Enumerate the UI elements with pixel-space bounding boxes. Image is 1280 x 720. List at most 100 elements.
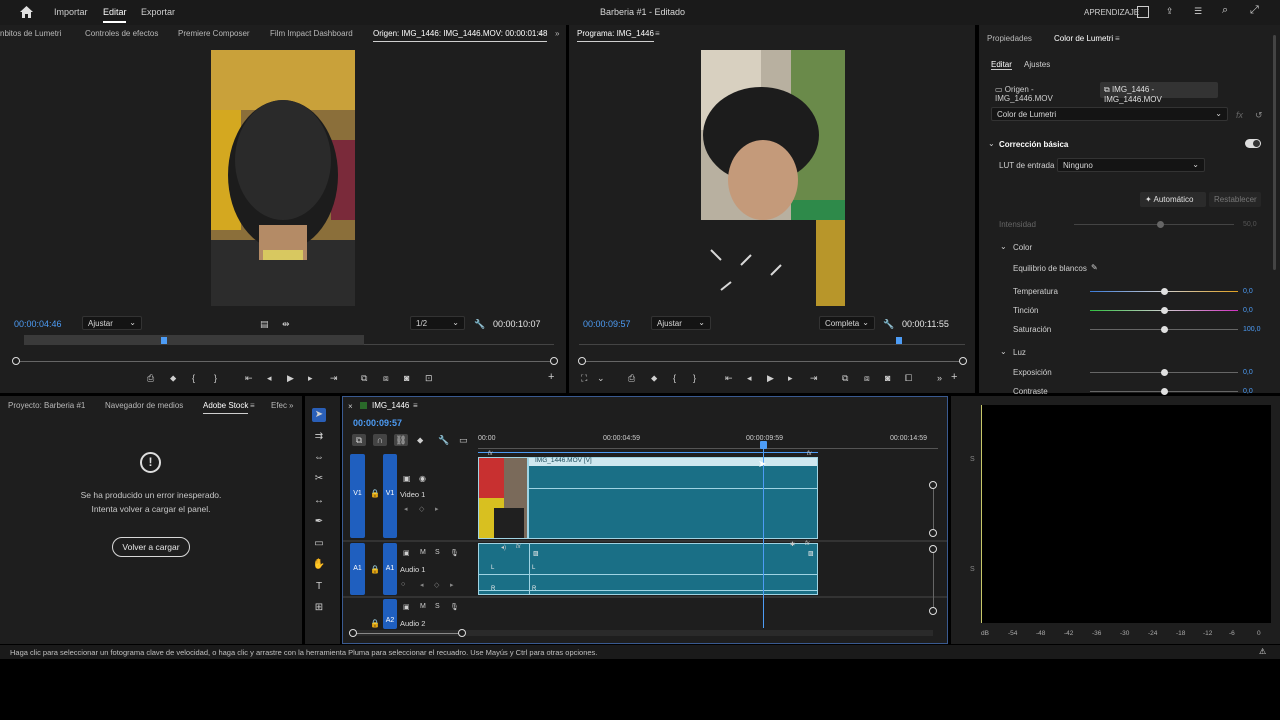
tab-lumetri-color[interactable]: Color de Lumetri bbox=[1054, 34, 1113, 43]
source-fit-select[interactable]: Ajustar ⌄ bbox=[82, 316, 142, 330]
timeline-zoom-right-handle[interactable] bbox=[458, 629, 466, 637]
add-button-icon[interactable]: + bbox=[548, 371, 554, 383]
color-section-header[interactable]: Color bbox=[1013, 243, 1032, 252]
tab-project[interactable]: Proyecto: Barberia #1 bbox=[8, 401, 85, 410]
mark-in-icon[interactable]: { bbox=[673, 372, 676, 384]
search-icon[interactable]: ⌕ bbox=[1222, 4, 1228, 16]
collapse-chevron-icon[interactable]: ⌄ bbox=[988, 139, 995, 148]
auto-button[interactable]: ✦ Automático bbox=[1140, 192, 1206, 207]
add-button-icon[interactable]: + bbox=[951, 371, 957, 383]
tab-effects[interactable]: Efec bbox=[271, 401, 287, 410]
solo-right-label[interactable]: S bbox=[970, 566, 975, 573]
razor-tool-icon[interactable]: ✂ bbox=[312, 472, 326, 486]
exposure-value[interactable]: 0,0 bbox=[1243, 369, 1253, 376]
panel-menu-icon[interactable]: ≡ bbox=[538, 29, 543, 38]
nav-editar[interactable]: Editar bbox=[103, 7, 127, 17]
saturation-slider[interactable] bbox=[1090, 326, 1238, 333]
collapse-chevron-icon[interactable]: ⌄ bbox=[1000, 242, 1007, 251]
more-tabs-icon[interactable]: » bbox=[555, 29, 559, 38]
eye-icon[interactable]: ◉ bbox=[419, 474, 426, 483]
work-area-bar[interactable] bbox=[478, 452, 818, 453]
speed-line[interactable] bbox=[529, 488, 817, 489]
volume-icon[interactable]: ○ bbox=[401, 581, 405, 588]
marker-icon[interactable]: ⬥ bbox=[170, 372, 176, 384]
program-zoom-left-handle[interactable] bbox=[578, 357, 586, 365]
go-to-in-icon[interactable]: ⇤ bbox=[245, 372, 253, 384]
temperature-slider[interactable] bbox=[1090, 288, 1238, 295]
camera-icon[interactable]: ◙ bbox=[404, 372, 409, 384]
settings-square-icon[interactable]: ▤ bbox=[260, 318, 269, 330]
timeline-zoom-left-handle[interactable] bbox=[349, 629, 357, 637]
subtab-edit[interactable]: Editar bbox=[991, 60, 1012, 70]
workspaces-icon[interactable] bbox=[1137, 6, 1149, 18]
tab-program[interactable]: Programa: IMG_1446 bbox=[577, 29, 654, 42]
play-icon[interactable]: ▶ bbox=[767, 372, 774, 384]
solo-left-label[interactable]: S bbox=[970, 456, 975, 463]
v-scroll-handle[interactable] bbox=[929, 529, 937, 537]
hand-tool-icon[interactable]: ✋ bbox=[312, 558, 326, 572]
tab-effect-controls[interactable]: Controles de efectos bbox=[85, 29, 158, 38]
keyframe-next-icon[interactable]: ▸ bbox=[450, 581, 454, 589]
video-clip-thumbnail[interactable] bbox=[478, 457, 528, 539]
chevron-down-icon[interactable]: ⌄ bbox=[597, 372, 605, 384]
lock-icon[interactable]: 🔒 bbox=[370, 619, 380, 628]
tint-knob[interactable] bbox=[1160, 307, 1168, 314]
collapse-chevron-icon[interactable]: ⌄ bbox=[1000, 347, 1007, 356]
source-zoom-right-handle[interactable] bbox=[550, 357, 558, 365]
nest-icon[interactable]: ⧉ bbox=[352, 434, 366, 446]
panel-menu-icon[interactable]: ≡ bbox=[655, 29, 660, 38]
step-forward-icon[interactable]: ▸ bbox=[788, 372, 793, 384]
compare-view-icon[interactable]: ⧠ bbox=[905, 372, 912, 384]
timeline-playhead-head[interactable] bbox=[760, 441, 767, 449]
nav-exportar[interactable]: Exportar bbox=[141, 7, 175, 17]
slip-tool-icon[interactable]: ↔ bbox=[312, 494, 326, 508]
more-icon[interactable]: » bbox=[937, 372, 942, 384]
mic-icon[interactable]: 🎙 bbox=[450, 549, 459, 557]
video-clip[interactable]: IMG_1446.MOV [V] fx bbox=[528, 451, 818, 539]
insert-arrows-icon[interactable]: ⇹ bbox=[282, 318, 290, 330]
timeline-zoom-bar[interactable] bbox=[353, 633, 461, 634]
lock-icon[interactable]: 🔒 bbox=[370, 565, 380, 574]
mute-button[interactable]: M bbox=[420, 603, 426, 610]
wrench-icon[interactable]: 🔧 bbox=[474, 318, 485, 330]
subtab-settings[interactable]: Ajustes bbox=[1024, 60, 1050, 69]
source-timecode[interactable]: 00:00:04:46 bbox=[14, 319, 62, 329]
panel-menu-icon[interactable]: ≡ bbox=[1115, 34, 1120, 43]
add-marker-icon[interactable]: ⬥ bbox=[417, 434, 423, 446]
reload-button[interactable]: Volver a cargar bbox=[112, 537, 190, 557]
home-icon[interactable] bbox=[20, 6, 33, 18]
track-select-tool-icon[interactable]: ⇉ bbox=[312, 430, 326, 444]
tab-adobe-stock[interactable]: Adobe Stock bbox=[203, 401, 249, 414]
mark-in-icon[interactable]: { bbox=[192, 372, 195, 384]
a2-target[interactable]: A2 bbox=[383, 599, 397, 629]
source-resolution-select[interactable]: 1/2 ⌄ bbox=[410, 316, 465, 330]
step-back-icon[interactable]: ◂ bbox=[747, 372, 752, 384]
go-to-out-icon[interactable]: ⇥ bbox=[810, 372, 818, 384]
reset-button[interactable]: Restablecer bbox=[1209, 192, 1261, 207]
solo-button[interactable]: S bbox=[435, 549, 440, 556]
selection-tool-icon[interactable]: ➤ bbox=[312, 408, 326, 422]
timeline-tab[interactable]: IMG_1446 bbox=[372, 401, 409, 410]
button-editor-icon[interactable]: ⊡ bbox=[425, 372, 433, 384]
export-frame-icon[interactable]: ⎙ bbox=[628, 372, 635, 384]
v1-target[interactable]: V1 bbox=[383, 454, 397, 538]
eyedropper-icon[interactable]: ✎ bbox=[1091, 263, 1098, 272]
timeline-ruler[interactable]: 00:00 00:00:04:59 00:00:09:59 00:00:14:5… bbox=[478, 427, 938, 453]
lock-icon[interactable]: 🔒 bbox=[370, 489, 380, 498]
keyframe-add-icon[interactable]: ◇ bbox=[419, 505, 424, 513]
panel-menu-icon[interactable]: ≡ bbox=[413, 401, 418, 410]
extract-icon[interactable]: ⧈ bbox=[864, 372, 870, 384]
tab-premiere-composer[interactable]: Premiere Composer bbox=[178, 29, 250, 38]
keyframe-add-icon[interactable]: ◇ bbox=[434, 581, 439, 589]
timeline-timecode[interactable]: 00:00:09:57 bbox=[353, 418, 402, 428]
go-to-in-icon[interactable]: ⇤ bbox=[725, 372, 733, 384]
tab-source[interactable]: Origen: IMG_1446: IMG_1446.MOV: 00:00:01… bbox=[373, 29, 548, 42]
fullscreen-icon[interactable]: ⤢ bbox=[1250, 4, 1259, 16]
tab-properties[interactable]: Propiedades bbox=[987, 34, 1032, 43]
tint-value[interactable]: 0,0 bbox=[1243, 307, 1253, 314]
fx-icon[interactable]: fx bbox=[1236, 109, 1243, 121]
tint-slider[interactable] bbox=[1090, 307, 1238, 314]
nav-importar[interactable]: Importar bbox=[54, 7, 88, 17]
quick-export-icon[interactable]: ⇪ bbox=[1166, 5, 1174, 17]
temperature-value[interactable]: 0,0 bbox=[1243, 288, 1253, 295]
